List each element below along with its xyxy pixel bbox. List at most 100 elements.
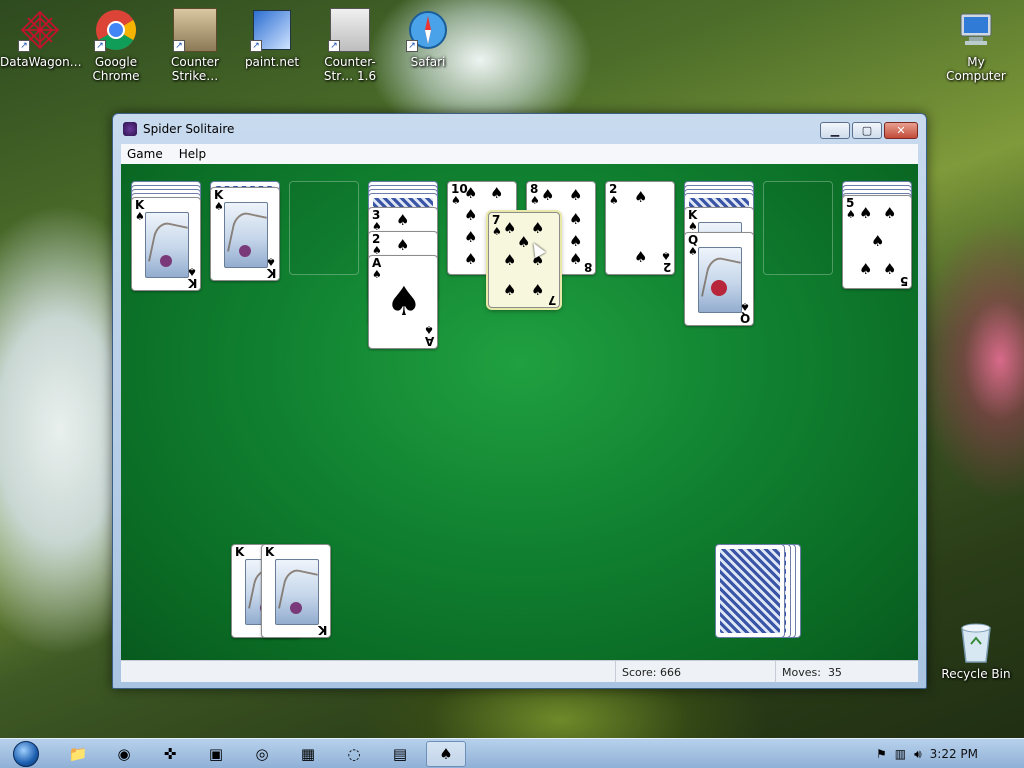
network-icon[interactable]: ▥	[895, 747, 906, 761]
spade-icon: ♠	[859, 260, 873, 278]
spade-icon: ♠	[490, 184, 504, 202]
spade-icon: ♠	[531, 219, 545, 237]
spade-icon: ♠	[883, 204, 897, 222]
close-button[interactable]: ✕	[884, 122, 918, 139]
moves-label: Moves:	[782, 665, 821, 679]
desktop-icon-label: Counter-Str… 1.6	[323, 55, 377, 83]
spade-icon: ♠	[541, 186, 555, 204]
desktop-icon-label: DataWagon…	[0, 55, 82, 69]
desktop-icon-chrome[interactable]: ↗ Google Chrome	[76, 8, 156, 83]
minimize-button[interactable]: ▁	[820, 122, 850, 139]
king-face-art	[275, 559, 319, 625]
spade-icon: ♠	[569, 186, 583, 204]
taskbar-paintnet[interactable]: ▣	[196, 741, 236, 767]
taskbar-explorer[interactable]: 📁	[58, 741, 98, 767]
card-back	[715, 544, 785, 638]
card-rank: K	[235, 545, 245, 559]
counter-strike-icon: ✜	[163, 745, 177, 763]
spade-icon: ♠	[451, 194, 461, 207]
app-icon: ▤	[392, 745, 408, 763]
taskbar-app-6[interactable]: ▦	[288, 741, 328, 767]
spade-icon: ♠	[503, 251, 517, 269]
menu-game[interactable]: Game	[127, 147, 163, 161]
menu-help[interactable]: Help	[179, 147, 206, 161]
spade-icon: ♠	[569, 250, 583, 268]
score-value: 666	[660, 665, 682, 679]
paintnet-icon: ▣	[208, 745, 224, 763]
volume-icon[interactable]: 🔊︎	[914, 747, 922, 762]
spade-icon: ♠	[464, 184, 478, 202]
spade-icon: ♠	[569, 210, 583, 228]
media-icon: ◎	[255, 745, 269, 763]
spade-icon: ♠	[688, 220, 698, 233]
action-center-icon[interactable]: ⚑	[876, 747, 887, 761]
taskbar: 📁 ◉ ✜ ▣ ◎ ▦ ◌ ▤ ♠ ⚑ ▥ 🔊︎ 3:22 PM	[0, 738, 1024, 768]
queen-face-art	[698, 247, 742, 313]
card-rank: 8	[583, 260, 592, 274]
tableau-column-9-empty-slot[interactable]	[763, 181, 833, 275]
taskbar-counter-strike[interactable]: ✜	[150, 741, 190, 767]
card-rank: K	[265, 545, 275, 559]
spade-icon: ♠	[530, 194, 540, 207]
spade-icon: ♠	[492, 225, 502, 238]
app-icon: ◌	[347, 745, 361, 763]
desktop-icon-paintnet[interactable]: ↗ paint.net	[232, 8, 312, 69]
desktop-icon-datawagon[interactable]: ↗ DataWagon…	[0, 8, 82, 69]
window-title: Spider Solitaire	[143, 122, 235, 136]
taskbar-app-7[interactable]: ◌	[334, 741, 374, 767]
desktop-icon-label: paint.net	[244, 55, 300, 69]
desktop-icon-counter-strike-16[interactable]: ↗ Counter-Str… 1.6	[310, 8, 390, 83]
card-rank: Q	[739, 311, 750, 325]
taskbar-spider-solitaire[interactable]: ♠	[426, 741, 466, 767]
recycle-bin-icon	[954, 620, 998, 664]
spade-icon: ♠	[464, 250, 478, 268]
completed-set-king: K K	[261, 544, 331, 638]
card-rank: 5	[899, 274, 908, 288]
spade-icon: ♠	[135, 210, 145, 223]
spade-icon: ♠	[688, 245, 698, 258]
maximize-button[interactable]: ▢	[852, 122, 882, 139]
taskbar-media[interactable]: ◎	[242, 741, 282, 767]
spade-icon: ♠	[531, 281, 545, 299]
spade-icon: ♠	[871, 232, 885, 250]
taskbar-chrome[interactable]: ◉	[104, 741, 144, 767]
card-rank: A	[424, 334, 434, 348]
spade-icon: ♠	[634, 188, 648, 206]
card-queen-spades[interactable]: Q ♠ ♠ Q	[684, 232, 754, 326]
score-display: Score: 666	[615, 661, 775, 683]
desktop-icon-counter-strike[interactable]: ↗ Counter Strike…	[155, 8, 235, 83]
dragging-card-seven-spades[interactable]: 7 ♠ ♠ ♠ ♠ ♠ ♠ ♠ ♠ 7	[488, 212, 560, 308]
moves-display: Moves: 35	[775, 661, 920, 683]
shortcut-arrow-icon: ↗	[406, 40, 418, 52]
clock[interactable]: 3:22 PM	[930, 747, 978, 761]
start-button[interactable]	[8, 739, 44, 768]
card-king-spades[interactable]: K ♠ ♠ K	[131, 197, 201, 291]
shortcut-arrow-icon: ↗	[18, 40, 30, 52]
spade-icon: ♠	[634, 248, 648, 266]
desktop-icon-label: My Computer	[946, 55, 1006, 83]
card-two-spades[interactable]: 2 ♠ ♠ ♠ ♠ 2	[605, 181, 675, 275]
safari-icon: ↗	[406, 8, 450, 52]
desktop-icon-recycle-bin[interactable]: Recycle Bin	[936, 620, 1016, 681]
spade-icon: ♠	[569, 232, 583, 250]
card-king-spades[interactable]: K ♠ ♠ K	[210, 187, 280, 281]
tableau-column-3-empty-slot[interactable]	[289, 181, 359, 275]
spade-icon: ♠	[464, 228, 478, 246]
card-ace-spades[interactable]: A ♠ ♠ ♠ A	[368, 255, 438, 349]
chrome-icon: ↗	[94, 8, 138, 52]
status-bar: Score: 666 Moves: 35	[121, 660, 920, 683]
spade-icon: ♠	[846, 208, 856, 221]
taskbar-app-8[interactable]: ▤	[380, 741, 420, 767]
spade-icon: ♠	[464, 206, 478, 224]
king-face-art	[224, 202, 268, 268]
game-board[interactable]: K ♠ ♠ K K ♠ ♠ K 3 ♠ ♠ 2 ♠ ♠ A ♠ ♠ ♠ A 10…	[121, 164, 918, 660]
desktop-icon-my-computer[interactable]: My Computer	[936, 8, 1016, 83]
card-rank: 2	[662, 260, 671, 274]
card-five-spades[interactable]: 5 ♠ ♠ ♠ ♠ ♠ ♠ 5	[842, 195, 912, 289]
spade-icon: ♠	[214, 200, 224, 213]
shortcut-arrow-icon: ↗	[250, 40, 262, 52]
title-bar[interactable]: Spider Solitaire ▁ ▢ ✕	[113, 114, 926, 144]
king-face-art	[145, 212, 189, 278]
folder-icon: 📁	[68, 745, 88, 763]
desktop-icon-safari[interactable]: ↗ Safari	[388, 8, 468, 69]
